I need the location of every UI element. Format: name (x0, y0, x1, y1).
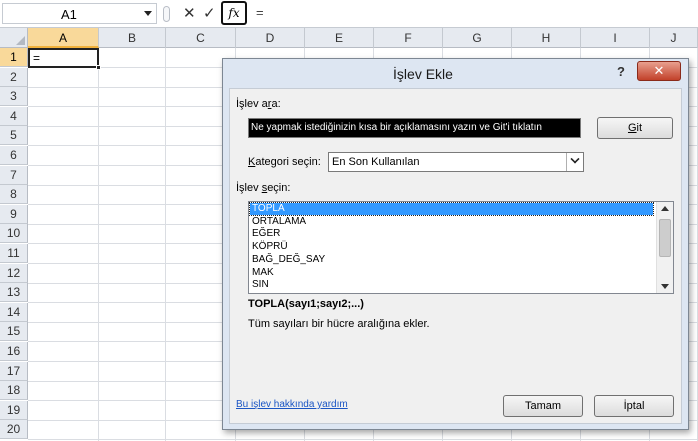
row-header-19[interactable]: 19 (0, 400, 28, 420)
scroll-up-arrow-icon[interactable] (661, 206, 669, 211)
ok-button[interactable]: Tamam (503, 395, 583, 417)
function-list-item[interactable]: TOPLA (249, 202, 654, 216)
row-header-3[interactable]: 3 (0, 87, 28, 107)
function-list-item[interactable]: KÖPRÜ (250, 241, 653, 253)
category-select[interactable]: En Son Kullanılan (328, 152, 584, 172)
fill-handle[interactable] (96, 65, 101, 70)
chevron-down-icon (570, 154, 580, 164)
row-header-7[interactable]: 7 (0, 165, 28, 185)
row-header-8[interactable]: 8 (0, 185, 28, 205)
row-header-12[interactable]: 12 (0, 263, 28, 283)
scroll-down-arrow-icon[interactable] (661, 284, 669, 289)
search-input[interactable]: Ne yapmak istediğinizin kısa bir açıklam… (248, 118, 581, 138)
go-button[interactable]: Git (597, 117, 673, 139)
close-button[interactable]: ✕ (637, 61, 681, 81)
cancel-button[interactable]: İptal (594, 395, 674, 417)
close-icon: ✕ (653, 63, 665, 78)
insert-function-icon[interactable]: fx (221, 1, 247, 25)
row-header-2[interactable]: 2 (0, 67, 28, 87)
formula-bar-grip[interactable] (163, 6, 170, 22)
cancel-icon[interactable]: ✕ (183, 4, 196, 24)
active-cell-a1[interactable]: = (28, 48, 101, 70)
function-list-scrollbar[interactable] (656, 202, 673, 293)
search-label: İşlev ara: (236, 98, 281, 110)
function-list-item[interactable]: SIN (250, 279, 653, 291)
row-header-4[interactable]: 4 (0, 106, 28, 126)
enter-check-icon[interactable]: ✓ (203, 4, 216, 24)
function-list-item[interactable]: MAK (250, 267, 653, 279)
scroll-thumb[interactable] (659, 219, 671, 257)
column-header-a[interactable]: A (28, 28, 99, 48)
dialog-title: İşlev Ekle (393, 66, 453, 82)
column-header-g[interactable]: G (443, 28, 512, 48)
select-all-triangle-icon (16, 36, 25, 45)
gridline-horizontal (28, 439, 698, 441)
row-header-18[interactable]: 18 (0, 381, 28, 401)
insert-function-dialog: İşlev Ekle ? ✕ İşlev ara: Ne yapmak iste… (222, 58, 689, 430)
column-header-b[interactable]: B (99, 28, 166, 48)
function-description: Tüm sayıları bir hücre aralığına ekler. (248, 318, 430, 330)
category-select-value: En Son Kullanılan (332, 156, 420, 168)
formula-input[interactable]: = (256, 5, 264, 20)
row-header-11[interactable]: 11 (0, 244, 28, 263)
formula-bar: A1 ✕ ✓ fx = (0, 0, 698, 28)
row-header-6[interactable]: 6 (0, 146, 28, 165)
dialog-titlebar[interactable]: İşlev Ekle ? ✕ (223, 59, 688, 88)
function-help-link[interactable]: Bu işlev hakkında yardım (236, 399, 348, 410)
active-cell-value: = (33, 51, 41, 65)
column-header-d[interactable]: D (236, 28, 305, 48)
row-header-20[interactable]: 20 (0, 420, 28, 440)
select-all-corner[interactable] (0, 28, 28, 48)
column-header-h[interactable]: H (512, 28, 581, 48)
function-list-item[interactable]: BAĞ_DEĞ_SAY (250, 254, 653, 266)
row-header-1[interactable]: 1 (0, 48, 28, 67)
help-icon[interactable]: ? (613, 64, 629, 82)
column-header-e[interactable]: E (305, 28, 374, 48)
function-list-item[interactable]: ORTALAMA (250, 216, 653, 228)
row-header-5[interactable]: 5 (0, 126, 28, 146)
function-label: İşlev seçin: (236, 182, 291, 194)
row-header-16[interactable]: 16 (0, 342, 28, 361)
row-header-13[interactable]: 13 (0, 283, 28, 303)
column-header-c[interactable]: C (166, 28, 236, 48)
row-header-15[interactable]: 15 (0, 322, 28, 342)
row-header-17[interactable]: 17 (0, 361, 28, 381)
dialog-body: İşlev ara: Ne yapmak istediğinizin kısa … (229, 88, 682, 424)
function-list-item[interactable]: EĞER (250, 228, 653, 240)
row-header-9[interactable]: 9 (0, 204, 28, 224)
function-list[interactable]: TOPLA ORTALAMA EĞER KÖPRÜ BAĞ_DEĞ_SAY MAK SIN (248, 201, 674, 294)
function-signature: TOPLA(sayı1;sayı2;...) (248, 298, 364, 310)
row-header-14[interactable]: 14 (0, 302, 28, 322)
row-header-10[interactable]: 10 (0, 224, 28, 244)
fx-label: fx (228, 6, 240, 20)
category-label: Kategori seçin: (248, 156, 321, 168)
category-dropdown-button[interactable] (566, 153, 583, 171)
chevron-down-icon[interactable] (144, 11, 152, 16)
name-box-value: A1 (61, 7, 77, 22)
column-header-j[interactable]: J (650, 28, 698, 48)
column-header-i[interactable]: I (581, 28, 650, 48)
column-header-f[interactable]: F (374, 28, 443, 48)
name-box[interactable]: A1 (2, 3, 157, 24)
